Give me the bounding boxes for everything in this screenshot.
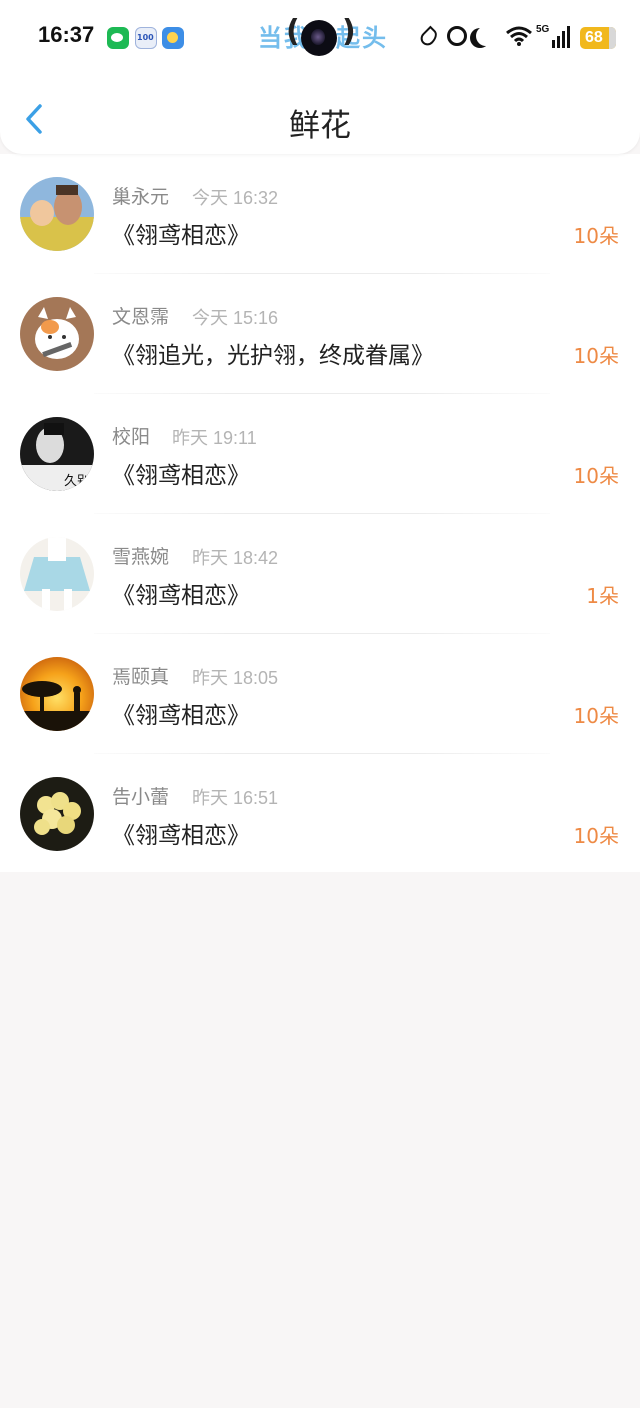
flower-message: 《翎鸢相恋》 [112,583,250,609]
list-item[interactable]: 焉颐真 昨天 18:05 《翎鸢相恋》 10朵 [0,634,640,754]
page-title: 鲜花 [289,108,351,144]
flower-message: 《翎追光，光护翎，终成眷属》 [112,343,434,369]
sent-time: 昨天 16:51 [192,788,279,808]
flower-message: 《翎鸢相恋》 [112,223,250,249]
sent-time: 昨天 18:42 [192,548,279,568]
avatar[interactable] [20,297,94,371]
status-time: 16:37 [38,22,95,47]
flower-message: 《翎鸢相恋》 [112,463,250,489]
system-icons: 5G 68 [410,0,640,76]
sender-name: 焉颐真 [112,666,170,688]
flower-count: 10朵 [573,464,619,488]
list-item[interactable]: 巢永元 今天 16:32 《翎鸢相恋》 10朵 [0,154,640,274]
sent-time: 昨天 19:11 [172,428,257,448]
sent-time: 今天 16:32 [192,188,279,208]
flower-count: 10朵 [573,344,619,368]
status-bar: 16:37 当我抬起头 ( ) 5G [0,0,640,76]
100-app-icon [135,27,157,49]
battery-level: 68 [585,29,603,46]
dnd-drop-icon [417,25,441,49]
wifi-icon [506,26,532,46]
alarm-icon [447,26,467,46]
sender-name: 告小蕾 [112,786,170,808]
avatar[interactable] [20,537,94,611]
list-item[interactable]: 久别 校阳 昨天 19:11 《翎鸢相恋》 10朵 [0,394,640,514]
avatar[interactable] [20,657,94,731]
sender-name: 雪燕婉 [112,546,170,568]
list-item[interactable]: 雪燕婉 昨天 18:42 《翎鸢相恋》 1朵 [0,514,640,634]
flower-count: 10朵 [573,704,619,728]
dynamic-island-left-paren: ( [286,14,300,49]
avatar[interactable]: 久别 [20,417,94,491]
avatar-caption: 久别 [64,474,90,489]
sent-time: 昨天 18:05 [192,668,279,688]
flower-count: 10朵 [573,224,619,248]
list-item[interactable]: 文恩霈 今天 15:16 《翎追光，光护翎，终成眷属》 10朵 [0,274,640,394]
dynamic-island-right-paren: ) [342,14,356,49]
battery-icon: 68 [580,27,616,49]
signal-icon [552,26,570,48]
top-bar: 16:37 当我抬起头 ( ) 5G [0,0,640,154]
flower-count: 10朵 [573,824,619,848]
avatar[interactable] [20,177,94,251]
flower-count: 1朵 [586,584,619,608]
flower-message: 《翎鸢相恋》 [112,703,250,729]
moon-icon [476,26,496,46]
wechat-icon [107,27,129,49]
nav-bar: 鲜花 [0,76,640,154]
dynamic-island-camera [301,20,337,56]
sender-name: 校阳 [112,426,151,448]
flower-message: 《翎鸢相恋》 [112,823,250,849]
avatar[interactable] [20,777,94,851]
sender-name: 文恩霈 [112,306,170,328]
weather-icon [162,27,184,49]
flower-list: 巢永元 今天 16:32 《翎鸢相恋》 10朵 文恩霈 今天 15:16 《翎追… [0,154,640,872]
list-item[interactable]: 告小蕾 昨天 16:51 《翎鸢相恋》 10朵 [0,754,640,874]
sent-time: 今天 15:16 [192,308,279,328]
sender-name: 巢永元 [112,186,170,208]
